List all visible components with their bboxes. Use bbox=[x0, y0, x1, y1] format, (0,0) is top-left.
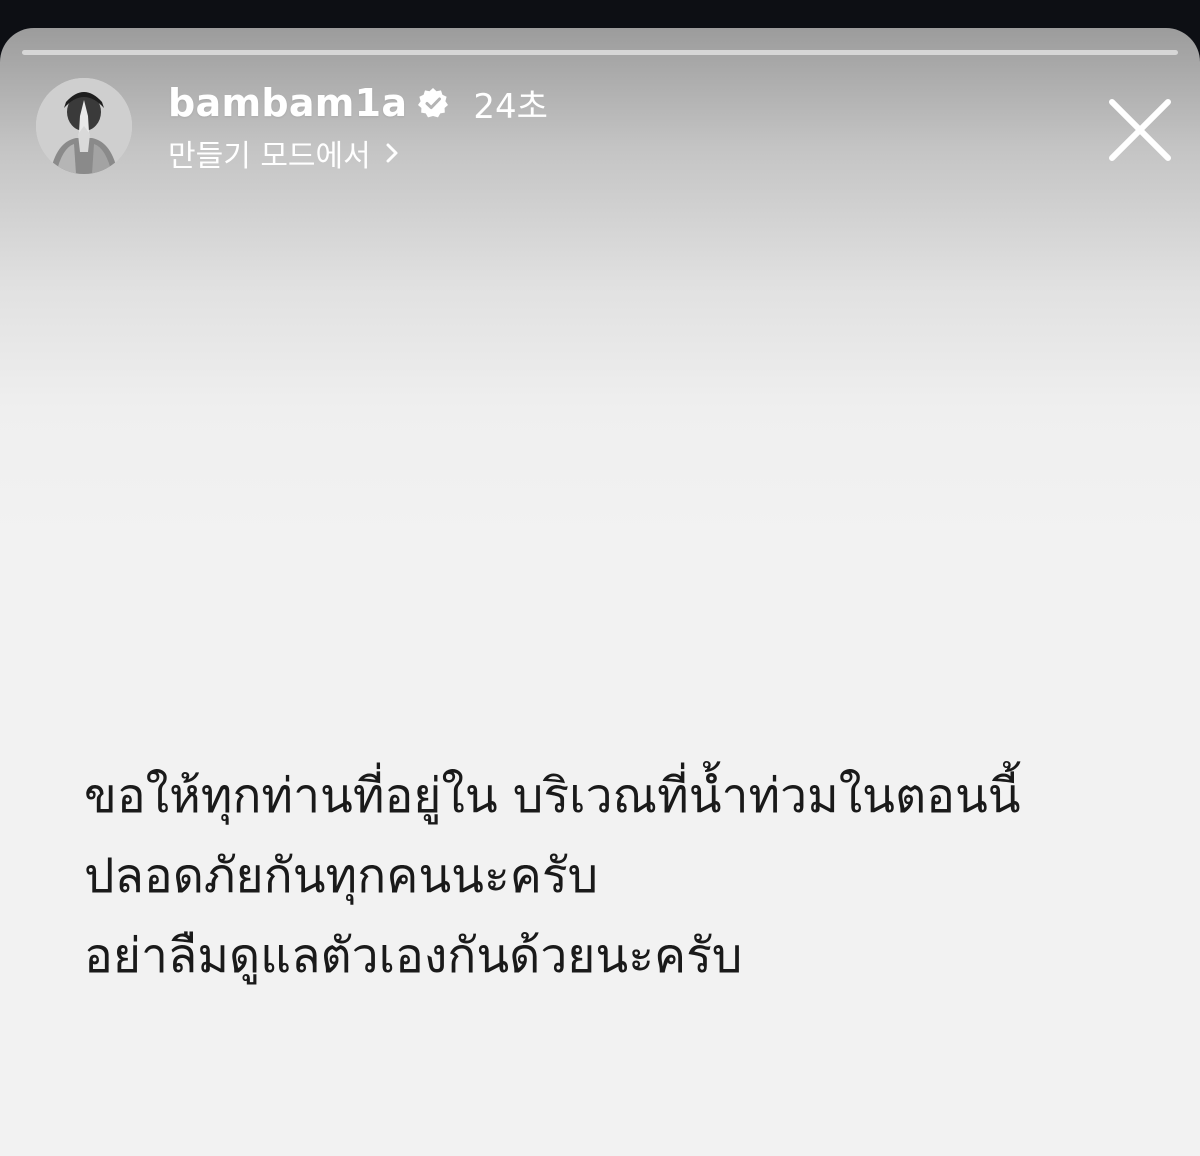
story-timestamp: 24초 bbox=[473, 86, 548, 127]
close-icon bbox=[1109, 99, 1171, 161]
story-progress-bar bbox=[22, 50, 1178, 55]
message-line: ปลอดภัยกันทุกคนนะครับ bbox=[84, 848, 599, 904]
story-header: bambam1a 24초 만들기 모드에서 bbox=[168, 78, 548, 174]
avatar[interactable] bbox=[36, 78, 132, 174]
username[interactable]: bambam1a bbox=[168, 81, 407, 125]
message-line: อย่าลืมดูแลตัวเองกันด้วยนะครับ bbox=[84, 928, 743, 984]
avatar-photo bbox=[36, 78, 132, 174]
chevron-right-icon bbox=[383, 141, 401, 165]
story-text-message: ขอให้ทุกท่านที่อยู่ใน บริเวณที่น้ำท่วมใน… bbox=[84, 756, 1144, 996]
message-line: ขอให้ทุกท่านที่อยู่ใน บริเวณที่น้ำท่วมใน… bbox=[84, 768, 1021, 824]
name-row: bambam1a 24초 bbox=[168, 78, 548, 128]
creation-mode-link[interactable]: 만들기 모드에서 bbox=[168, 132, 548, 174]
creation-mode-label: 만들기 모드에서 bbox=[168, 139, 371, 174]
verified-badge-icon bbox=[417, 87, 449, 119]
story-viewer[interactable]: bambam1a 24초 만들기 모드에서 ขอให้ทุกท่านที่อยู… bbox=[0, 28, 1200, 1156]
close-button[interactable] bbox=[1106, 96, 1174, 164]
